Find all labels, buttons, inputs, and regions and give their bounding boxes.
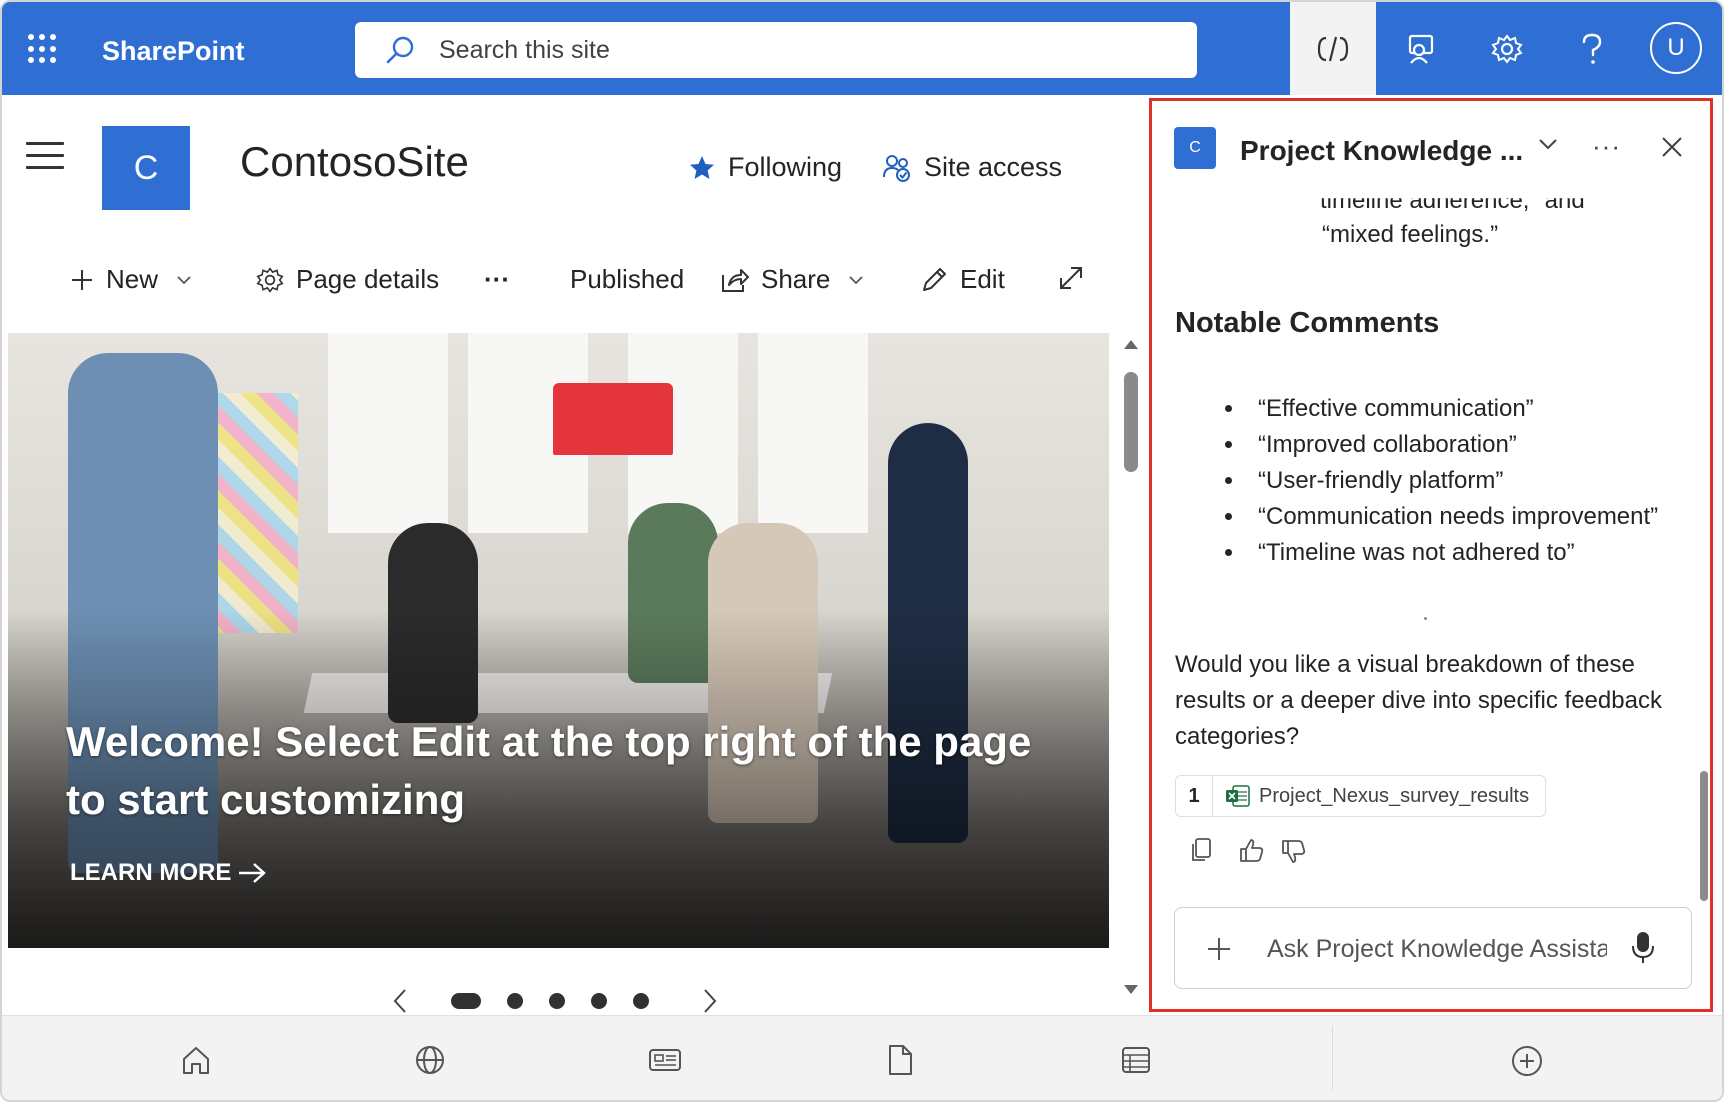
document-icon[interactable] — [886, 1044, 914, 1076]
scroll-down-icon[interactable] — [1123, 984, 1139, 996]
learn-more-link[interactable]: LEARN MORE — [70, 859, 267, 887]
news-icon[interactable] — [648, 1044, 682, 1076]
copy-icon[interactable] — [1190, 837, 1214, 863]
share-label: Share — [761, 264, 831, 294]
edit-button[interactable]: Edit — [920, 264, 1005, 295]
bottom-navigation — [2, 1015, 1722, 1100]
chevron-down-icon[interactable] — [1538, 137, 1558, 151]
gear-icon — [256, 266, 284, 293]
site-title[interactable]: ContosoSite — [240, 138, 469, 186]
help-button[interactable] — [1557, 2, 1627, 95]
settings-button[interactable] — [1472, 2, 1542, 95]
chevron-right-icon[interactable] — [702, 988, 718, 1014]
site-access-label: Site access — [924, 152, 1063, 182]
ask-input-box[interactable] — [1174, 907, 1692, 989]
arrow-right-icon — [239, 863, 267, 883]
people-icon — [883, 154, 910, 182]
assistant-scrollbar[interactable] — [1700, 771, 1708, 901]
hero-banner[interactable]: Welcome! Select Edit at the top right of… — [8, 333, 1109, 948]
comment-item: “Communication needs improvement” — [1246, 499, 1658, 535]
carousel-dot[interactable] — [591, 993, 607, 1009]
page-scrollbar[interactable] — [1122, 336, 1140, 996]
chevron-down-icon — [849, 275, 864, 284]
site-access-button[interactable]: Site access — [882, 152, 1062, 183]
carousel-dot[interactable] — [633, 993, 649, 1009]
share-icon — [722, 268, 749, 292]
follow-up-question: Would you like a visual breakdown of the… — [1175, 651, 1662, 750]
globe-icon[interactable] — [414, 1044, 446, 1076]
star-icon — [690, 155, 714, 179]
suite-header: SharePoint Search this site U — [2, 2, 1722, 95]
assistant-header: C Project Knowledge ... ··· — [1152, 101, 1710, 197]
site-logo[interactable]: C — [102, 126, 190, 210]
chevron-down-icon — [177, 275, 191, 284]
code-view-button[interactable] — [1290, 2, 1376, 95]
chevron-left-icon[interactable] — [392, 988, 408, 1014]
carousel-dot[interactable] — [549, 993, 565, 1009]
published-status: Published — [570, 264, 685, 294]
plus-icon[interactable] — [1205, 935, 1233, 963]
search-input[interactable] — [437, 34, 1141, 66]
bottom-nav-divider — [1332, 1026, 1333, 1091]
scroll-up-icon[interactable] — [1123, 338, 1139, 350]
app-name[interactable]: SharePoint — [102, 36, 245, 67]
new-label: New — [106, 264, 159, 294]
microphone-icon[interactable] — [1631, 930, 1655, 966]
carousel-dot[interactable] — [507, 993, 523, 1009]
comment-item: “Timeline was not adhered to” — [1246, 535, 1658, 571]
share-button[interactable]: Share — [721, 264, 876, 295]
citation-file-name: Project_Nexus_survey_results — [1259, 784, 1530, 807]
page-scroll-thumb[interactable] — [1124, 372, 1138, 472]
browser-frame: SharePoint Search this site U C ContosoS… — [0, 0, 1724, 1102]
excel-file-icon — [1226, 785, 1250, 807]
following-button[interactable]: Following — [688, 152, 842, 183]
search-box[interactable] — [355, 22, 1197, 78]
help-icon — [1582, 33, 1602, 64]
page-details-label: Page details — [296, 264, 440, 294]
search-icon — [386, 36, 414, 64]
assistant-logo: C — [1174, 127, 1216, 169]
list-icon[interactable] — [1120, 1044, 1152, 1076]
separator-dot — [1424, 617, 1427, 620]
app-launcher-icon[interactable] — [28, 34, 58, 64]
assistant-more-button[interactable]: ··· — [1592, 131, 1621, 162]
expand-button[interactable] — [1057, 264, 1097, 292]
following-label: Following — [728, 152, 843, 182]
add-circle-icon[interactable] — [1510, 1044, 1544, 1078]
ask-input[interactable] — [1265, 930, 1609, 968]
home-icon[interactable] — [180, 1044, 212, 1076]
page-details-button[interactable]: Page details — [256, 264, 439, 295]
expand-icon — [1060, 267, 1082, 289]
thumbs-down-icon[interactable] — [1280, 839, 1306, 865]
carousel-controls — [392, 988, 718, 1014]
code-icon — [1317, 36, 1349, 61]
comment-item: “Effective communication” — [1246, 391, 1658, 427]
close-icon[interactable] — [1660, 135, 1684, 159]
hero-image-overlay — [8, 333, 1109, 948]
assistant-panel: C Project Knowledge ... ··· timeline adh… — [1149, 98, 1713, 1012]
notable-comments-heading: Notable Comments — [1175, 307, 1440, 339]
user-avatar[interactable]: U — [1650, 22, 1702, 74]
feedback-button[interactable] — [1387, 2, 1457, 95]
comments-list: “Effective communication” “Improved coll… — [1224, 391, 1658, 571]
feedback-icon — [1408, 34, 1434, 64]
hamburger-menu-icon[interactable] — [26, 142, 64, 172]
gear-icon — [1491, 33, 1523, 64]
thumbs-up-icon[interactable] — [1238, 837, 1264, 863]
comment-item: “User-friendly platform” — [1246, 463, 1658, 499]
learn-more-label: LEARN MORE — [70, 859, 232, 886]
assistant-title[interactable]: Project Knowledge ... — [1240, 135, 1523, 167]
response-text-tail: “mixed feelings.” — [1322, 221, 1499, 248]
new-button[interactable]: New — [70, 264, 204, 295]
citation-chip[interactable]: 1 Project_Nexus_survey_results — [1175, 775, 1547, 817]
pencil-icon — [923, 267, 946, 291]
comment-item: “Improved collaboration” — [1246, 427, 1658, 463]
carousel-dot[interactable] — [451, 993, 481, 1009]
edit-label: Edit — [960, 264, 1005, 294]
plus-icon — [72, 269, 92, 290]
hero-headline: Welcome! Select Edit at the top right of… — [66, 718, 1032, 823]
citation-number: 1 — [1176, 776, 1213, 816]
assistant-conversation: timeline adherence," and “mixed feelings… — [1152, 197, 1710, 897]
more-commands-button[interactable]: ··· — [484, 264, 510, 295]
